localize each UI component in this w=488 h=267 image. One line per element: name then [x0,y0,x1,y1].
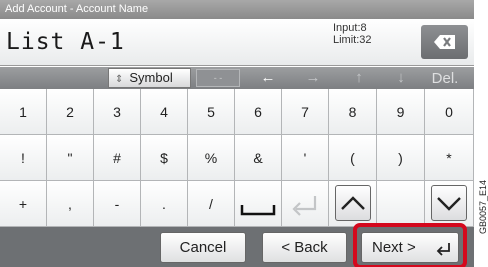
key[interactable]: $ [141,135,188,181]
character-counter: Input:8 Limit:32 [333,22,403,46]
page-up-icon [341,196,365,210]
key[interactable]: # [94,135,141,181]
space-icon [240,205,276,216]
cancel-button[interactable]: Cancel [160,232,246,263]
key[interactable]: 3 [94,89,141,135]
account-name-field[interactable]: List A-1 [6,29,125,55]
mode-bar: ⇕ Symbol - - ← → ↑ ↓ Del. [0,67,474,89]
key[interactable]: . [141,181,188,227]
key[interactable]: % [188,135,235,181]
input-count: Input:8 [333,22,367,34]
cursor-left-button[interactable]: ← [248,69,288,87]
key[interactable]: 2 [47,89,94,135]
key[interactable]: 5 [188,89,235,135]
delete-button[interactable]: Del. [420,69,470,88]
key[interactable]: ) [377,135,425,181]
clear-button[interactable] [421,25,468,59]
space-key[interactable] [235,181,282,227]
page-down-key[interactable] [425,181,474,227]
key[interactable]: , [47,181,94,227]
key[interactable]: ! [0,135,47,181]
spacer-key [377,181,425,227]
text-entry-area: List A-1 Input:8 Limit:32 [0,19,474,66]
page-up-key[interactable] [329,181,377,227]
figure-code: GB0057_E14 [474,150,488,267]
key[interactable]: / [188,181,235,227]
next-highlight-outline [353,223,467,267]
back-button[interactable]: < Back [262,232,347,263]
key[interactable]: ( [329,135,377,181]
cursor-right-button[interactable]: → [293,69,333,87]
figure-code-text: GB0057_E14 [478,179,488,235]
key[interactable]: 9 [377,89,425,135]
key[interactable]: 7 [282,89,329,135]
add-account-screen: Add Account - Account Name List A-1 Inpu… [0,0,474,267]
key[interactable]: * [425,135,474,181]
backspace-x-icon [433,35,455,49]
key[interactable]: 6 [235,89,282,135]
limit-count: Limit:32 [333,34,372,46]
window-title: Add Account - Account Name [0,0,474,19]
key[interactable]: ' [282,135,329,181]
enter-key[interactable] [282,181,329,227]
cursor-down-button[interactable]: ↓ [381,69,421,87]
key[interactable]: & [235,135,282,181]
up-down-chevron-icon: ⇕ [115,74,124,85]
symbol-label: Symbol [129,70,173,85]
key[interactable]: 0 [425,89,474,135]
symbol-mode-button[interactable]: ⇕ Symbol [108,68,191,88]
key[interactable]: 4 [141,89,188,135]
key[interactable]: 1 [0,89,47,135]
key[interactable]: " [47,135,94,181]
key[interactable]: 8 [329,89,377,135]
cursor-up-button[interactable]: ↑ [339,69,379,87]
width-toggle-button[interactable]: - - [196,69,240,87]
page-down-icon [437,197,461,211]
enter-icon [292,196,317,216]
key[interactable]: + [0,181,47,227]
key[interactable]: - [94,181,141,227]
